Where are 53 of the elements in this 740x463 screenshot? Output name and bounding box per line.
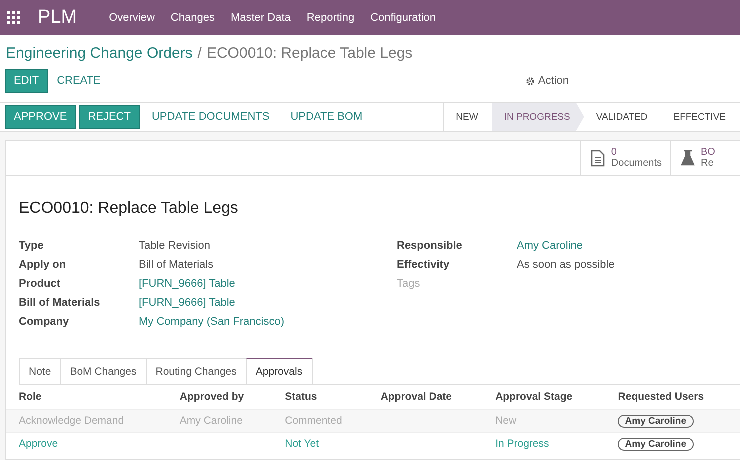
stage-step[interactable]: IN PROGRESS [492,103,584,131]
flask-icon [681,150,695,166]
user-tag: Amy Caroline [618,438,694,451]
column-header: Approved by [166,385,272,410]
table-cell: Approve [19,438,58,450]
settings-icon [526,76,536,86]
user-tag: Amy Caroline [618,415,694,428]
table-cell: Commented [285,415,342,427]
create-button[interactable]: CREATE [48,69,110,93]
header-button[interactable]: UPDATE DOCUMENTS [142,105,279,129]
menu-item[interactable]: Overview [109,12,155,24]
column-header: Requested Users [605,385,740,410]
field-label: Apply on [19,259,68,272]
column-header: Approval Stage [482,385,606,410]
record-title: ECO0010: Replace Table Legs [19,200,240,218]
menu-item[interactable]: Reporting [306,12,355,24]
column-header: Approval Date [368,385,483,410]
field-link[interactable]: My Company (San Francisco) [139,316,284,329]
field-label: Company [19,316,70,329]
edit-button[interactable]: EDIT [5,69,48,93]
menu-item[interactable]: Master Data [230,12,291,24]
field-label: Product [19,278,62,291]
tab[interactable]: Note [19,358,62,384]
menu-item[interactable]: Configuration [370,12,436,24]
app-name: PLM [38,6,78,28]
field-value: Bill of Materials [139,259,214,272]
field-link[interactable]: [FURN_9666] Table [139,297,236,310]
field-label: Responsible [397,240,464,253]
field-link[interactable]: [FURN_9666] Table [139,278,236,291]
field-label: Bill of Materials [19,297,102,310]
tab[interactable]: Approvals [246,358,313,384]
field-label: Type [19,240,45,253]
breadcrumb-current: ECO0010: Replace Table Legs [206,45,413,62]
menu-item[interactable]: Changes [170,12,215,24]
table-cell: Amy Caroline [180,415,243,427]
field-value: Table Revision [139,240,211,253]
field-value: As soon as possible [517,259,615,272]
column-header: Status [272,385,368,410]
header-button[interactable]: REJECT [79,105,140,129]
table-cell: Not Yet [285,438,319,450]
table-cell: Acknowledge Demand [19,415,124,427]
table-cell: In Progress [496,438,550,450]
apps-menu-icon[interactable] [7,11,20,24]
header-button[interactable]: APPROVE [5,105,76,129]
column-header: Role [6,385,167,410]
document-icon [591,150,606,166]
breadcrumb-link[interactable]: Engineering Change Orders [6,45,193,62]
header-button[interactable]: UPDATE BOM [282,105,372,129]
field-label: Effectivity [397,259,451,272]
action-menu[interactable]: Action [526,75,569,87]
table-cell: New [496,415,517,427]
breadcrumb-separator: / [198,45,202,62]
field-link[interactable]: Amy Caroline [517,240,584,253]
